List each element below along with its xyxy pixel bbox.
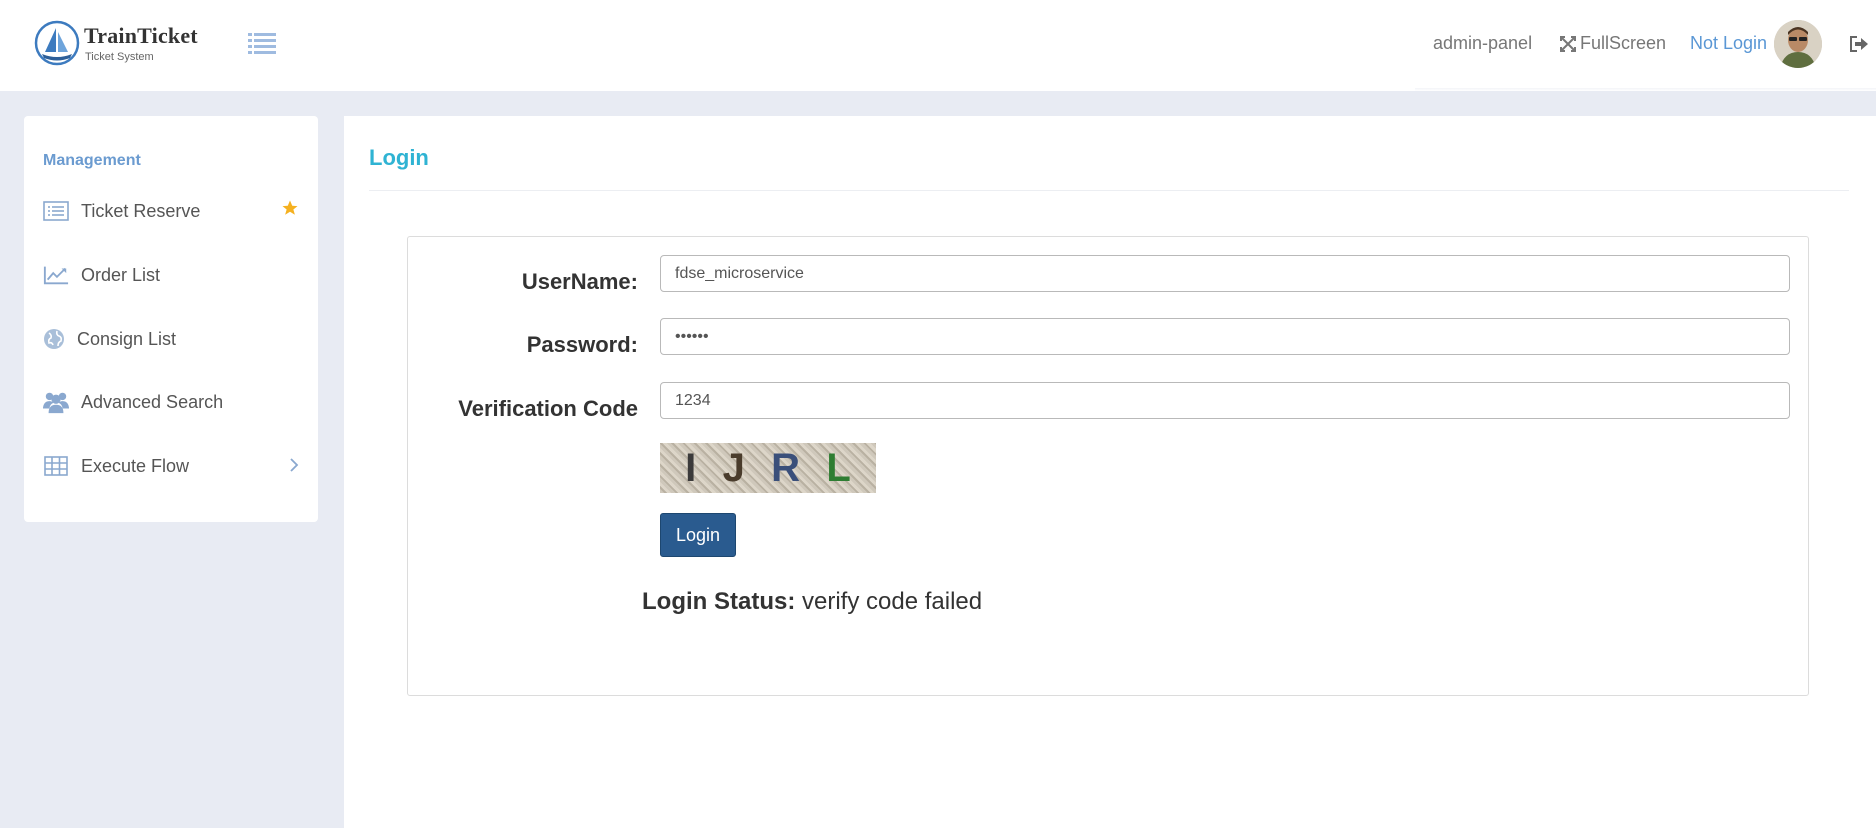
sidebar-item-label: Consign List bbox=[77, 328, 177, 349]
sidebar-item-label: Advanced Search bbox=[81, 391, 224, 412]
chart-line-icon bbox=[43, 264, 69, 286]
login-button[interactable]: Login bbox=[660, 513, 736, 557]
top-header: TrainTicket Ticket System admin-panel Fu… bbox=[0, 0, 1876, 91]
chevron-right-icon[interactable] bbox=[289, 457, 299, 478]
fullscreen-button[interactable]: FullScreen bbox=[1560, 33, 1666, 54]
sidebar-item-consign-list[interactable]: Consign List bbox=[43, 319, 305, 359]
sidebar-section-title: Management bbox=[43, 152, 141, 169]
globe-icon bbox=[43, 328, 65, 350]
title-divider bbox=[369, 190, 1849, 191]
verification-code-input[interactable] bbox=[660, 382, 1790, 419]
table-icon bbox=[43, 455, 69, 477]
captcha-char: R bbox=[771, 445, 801, 490]
sidebar-item-label: Execute Flow bbox=[81, 455, 190, 476]
list-icon bbox=[43, 200, 69, 222]
captcha-char: L bbox=[826, 445, 851, 490]
header-divider bbox=[1415, 88, 1876, 91]
password-label: Password: bbox=[526, 332, 638, 357]
sidebar-item-label: Order List bbox=[81, 264, 161, 285]
username-label: UserName: bbox=[521, 269, 638, 294]
captcha-char: I bbox=[685, 445, 697, 490]
users-icon bbox=[43, 391, 69, 414]
menu-toggle-icon[interactable] bbox=[248, 32, 276, 54]
fullscreen-label: FullScreen bbox=[1580, 33, 1667, 53]
sidebar-item-execute-flow[interactable]: Execute Flow bbox=[43, 446, 305, 486]
password-input[interactable] bbox=[660, 318, 1790, 355]
main-content: Login UserName: Password: Verification C… bbox=[344, 116, 1876, 828]
logo-subtitle: Ticket System bbox=[85, 51, 154, 63]
star-icon[interactable] bbox=[281, 199, 299, 222]
logout-icon[interactable] bbox=[1849, 35, 1869, 53]
login-form: UserName: Password: Verification Code I … bbox=[407, 236, 1809, 696]
login-status: Login Status: verify code failed bbox=[642, 588, 982, 616]
page-title: Login bbox=[369, 145, 429, 170]
verification-code-label: Verification Code bbox=[458, 396, 638, 421]
admin-panel-link[interactable]: admin-panel bbox=[1433, 33, 1532, 54]
login-state-link[interactable]: Not Login bbox=[1690, 33, 1767, 54]
logo-title: TrainTicket bbox=[84, 23, 198, 48]
avatar-image bbox=[1774, 20, 1822, 68]
sidebar: Management Ticket Reserve Order List Con… bbox=[24, 116, 318, 522]
sidebar-item-ticket-reserve[interactable]: Ticket Reserve bbox=[43, 191, 305, 231]
login-status-text: verify code failed bbox=[802, 588, 983, 615]
login-status-label: Login Status: bbox=[642, 588, 796, 615]
sailboat-logo-icon bbox=[34, 20, 80, 66]
sidebar-item-order-list[interactable]: Order List bbox=[43, 255, 305, 295]
captcha-image[interactable]: I J R L bbox=[660, 443, 876, 493]
app-logo[interactable]: TrainTicket Ticket System bbox=[34, 20, 214, 66]
user-avatar[interactable] bbox=[1774, 20, 1822, 68]
username-input[interactable] bbox=[660, 255, 1790, 292]
captcha-char: J bbox=[722, 445, 745, 490]
sidebar-item-advanced-search[interactable]: Advanced Search bbox=[43, 382, 305, 422]
expand-icon bbox=[1560, 35, 1576, 52]
sidebar-item-label: Ticket Reserve bbox=[81, 200, 201, 221]
